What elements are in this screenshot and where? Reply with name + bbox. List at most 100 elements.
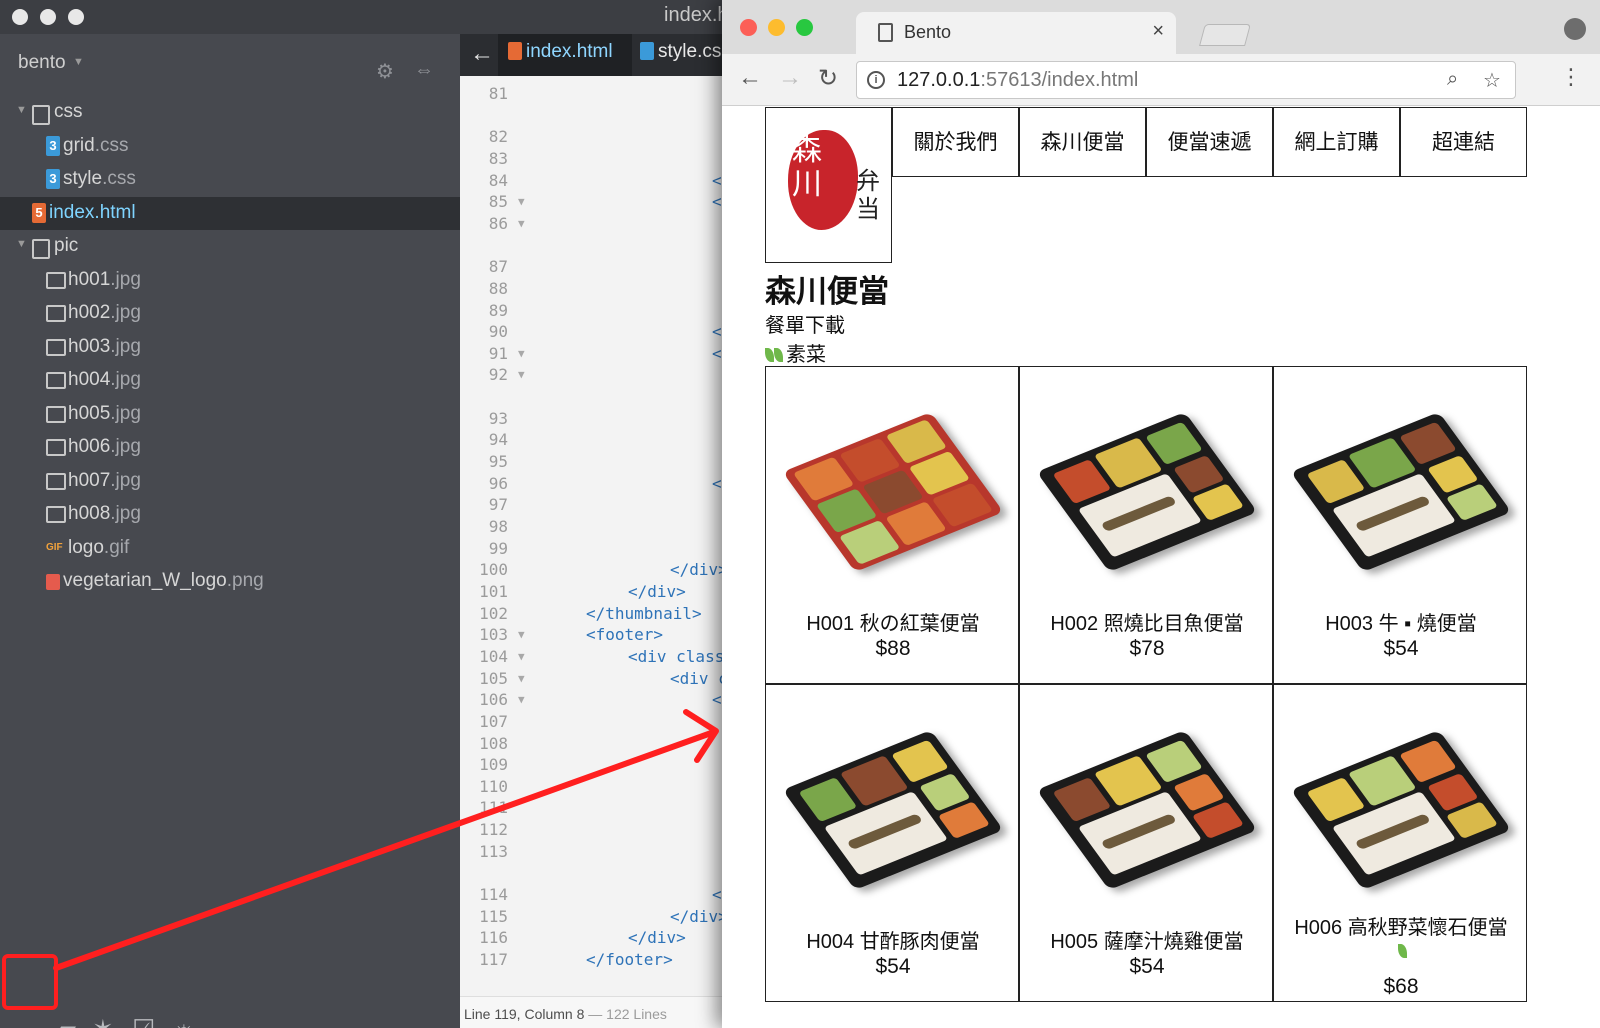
code-area[interactable]: 81828384</85▼<d86▼87888990</91▼<d92▼9394… [460,76,740,996]
line-number: 113 [479,841,508,861]
bento-photo [1036,725,1258,895]
profile-icon[interactable] [1564,18,1586,40]
lightbulb-icon[interactable]: ☼ [172,1014,196,1028]
fold-toggle-icon[interactable]: ▼ [518,693,525,706]
zoom-window-button[interactable] [68,9,84,25]
file-extension: .png [226,570,264,591]
file-tree-item[interactable]: h007.jpg [0,465,460,499]
product-card[interactable]: H001 秋の紅葉便當 $88 [765,366,1019,684]
line-number: 83 [488,148,508,168]
product-card[interactable]: H002 照燒比目魚便當 $78 [1019,366,1273,684]
tab-label: style [658,41,698,62]
fold-toggle-icon[interactable]: ▼ [518,368,525,381]
fold-toggle-icon[interactable]: ▼ [518,650,525,663]
line-number: 86 [488,213,508,233]
live-preview-highlight-box [2,954,58,1010]
bookmark-star-icon[interactable]: ☆ [1483,68,1501,93]
nav-item[interactable]: 關於我們 [892,107,1019,177]
line-number: 96 [488,473,508,493]
file-tree-item[interactable]: h001.jpg [0,264,460,298]
file-tree-item[interactable]: ▼ pic [0,230,460,264]
file-extension: .html [94,201,136,223]
code-line: 106▼<d [460,690,740,712]
editor-titlebar: index.ht [0,0,740,34]
code-line: 93 [460,409,740,431]
site-logo[interactable]: 森川 弁当 [765,107,892,263]
file-name: vegetarian_W_logo.png [63,570,264,592]
product-card[interactable]: H005 薩摩汁燒雞便當 $54 [1019,684,1273,1002]
line-count: 122 Lines [606,1006,667,1022]
line-number: 92 [488,365,508,385]
code-text: </div> [670,906,728,926]
file-tree-item[interactable]: ▼ css [0,96,460,130]
back-arrow-icon[interactable]: ← [470,40,494,68]
zoom-window-button[interactable] [796,19,813,36]
nav-item[interactable]: 便當速遞 [1146,107,1273,177]
product-card[interactable]: H006 高秋野菜懷石便當 $68 [1273,684,1527,1002]
bento-photo [1290,407,1512,577]
tab-index-html[interactable]: index.html [498,34,632,76]
close-window-button[interactable] [12,9,28,25]
magic-wand-icon[interactable]: ✶ [92,1014,114,1028]
live-preview-icon[interactable]: 〰 [12,1014,38,1028]
checkbox-icon[interactable]: ☑ [132,1014,155,1028]
product-card[interactable]: H003 牛 ▪ 燒便當 $54 [1273,366,1527,684]
forward-arrow-icon[interactable]: → [778,64,802,92]
fold-toggle-icon[interactable]: ▼ [518,347,525,360]
reload-icon[interactable]: ↻ [818,64,838,93]
product-name: H004 甘酢豚肉便當 [766,925,1020,954]
fold-toggle-icon[interactable]: ▼ [518,628,525,641]
line-number: 105 [479,668,508,688]
extension-icon[interactable]: ▰ [56,1014,76,1028]
file-tree-item[interactable]: h006.jpg [0,431,460,465]
close-window-button[interactable] [740,19,757,36]
menu-download-link[interactable]: 餐單下載 [765,309,845,338]
browser-tab[interactable]: Bento × [856,12,1176,54]
line-number: 81 [488,84,508,103]
file-tree-item[interactable]: 3 style.css [0,163,460,197]
file-tree-item[interactable]: h002.jpg [0,297,460,331]
leaf-icon [765,348,774,362]
address-bar[interactable]: i 127.0.0.1:57613/index.html ⌕ ☆ [856,61,1516,99]
code-line: 88 [460,279,740,301]
fold-toggle-icon[interactable]: ▼ [518,195,525,208]
file-tree-item[interactable]: h004.jpg [0,364,460,398]
file-tree-item[interactable]: 5 index.html [0,196,460,230]
file-name: logo.gif [68,537,129,559]
back-arrow-icon[interactable]: ← [738,64,762,92]
file-tree-item[interactable]: h008.jpg [0,498,460,532]
code-line: 86 ▼ [460,214,740,236]
code-text: <div c [670,668,728,688]
file-tree-item[interactable]: GIF logo.gif [0,532,460,566]
file-tree-item[interactable]: vegetarian_W_logo.png [0,565,460,599]
file-name: h002.jpg [68,302,141,324]
close-tab-icon[interactable]: × [1152,20,1164,43]
project-dropdown[interactable]: bento ▼ ⚙ ⇔ [0,46,460,83]
fold-toggle-icon[interactable]: ▼ [518,217,525,230]
new-tab-button[interactable] [1199,24,1251,46]
file-basename: h002 [68,302,111,323]
file-tree-item[interactable]: 3 grid.css [0,130,460,164]
nav-item[interactable]: 網上訂購 [1273,107,1400,177]
product-card[interactable]: H004 甘酢豚肉便當 $54 [765,684,1019,1002]
zoom-icon[interactable]: ⌕ [1447,68,1458,91]
file-basename: grid [63,134,95,156]
file-tree-item[interactable]: h003.jpg [0,331,460,365]
file-basename: vegetarian_W_logo [63,570,227,591]
disclosure-triangle-icon[interactable]: ▼ [16,104,27,116]
file-name: h005.jpg [68,403,141,425]
info-icon[interactable]: i [867,71,885,89]
fold-toggle-icon[interactable]: ▼ [518,672,525,685]
nav-item[interactable]: 森川便當 [1019,107,1146,177]
line-number: 116 [479,928,508,948]
minimize-window-button[interactable] [40,9,56,25]
split-view-icon[interactable]: ⇔ [414,59,434,82]
disclosure-triangle-icon[interactable]: ▼ [16,238,27,250]
minimize-window-button[interactable] [768,19,785,36]
nav-item[interactable]: 超連結 [1400,107,1527,177]
more-menu-icon[interactable]: ⋮ [1560,64,1582,90]
file-tree-item[interactable]: h005.jpg [0,398,460,432]
file-extension: .jpg [110,268,141,290]
gear-icon[interactable]: ⚙ [376,59,394,84]
